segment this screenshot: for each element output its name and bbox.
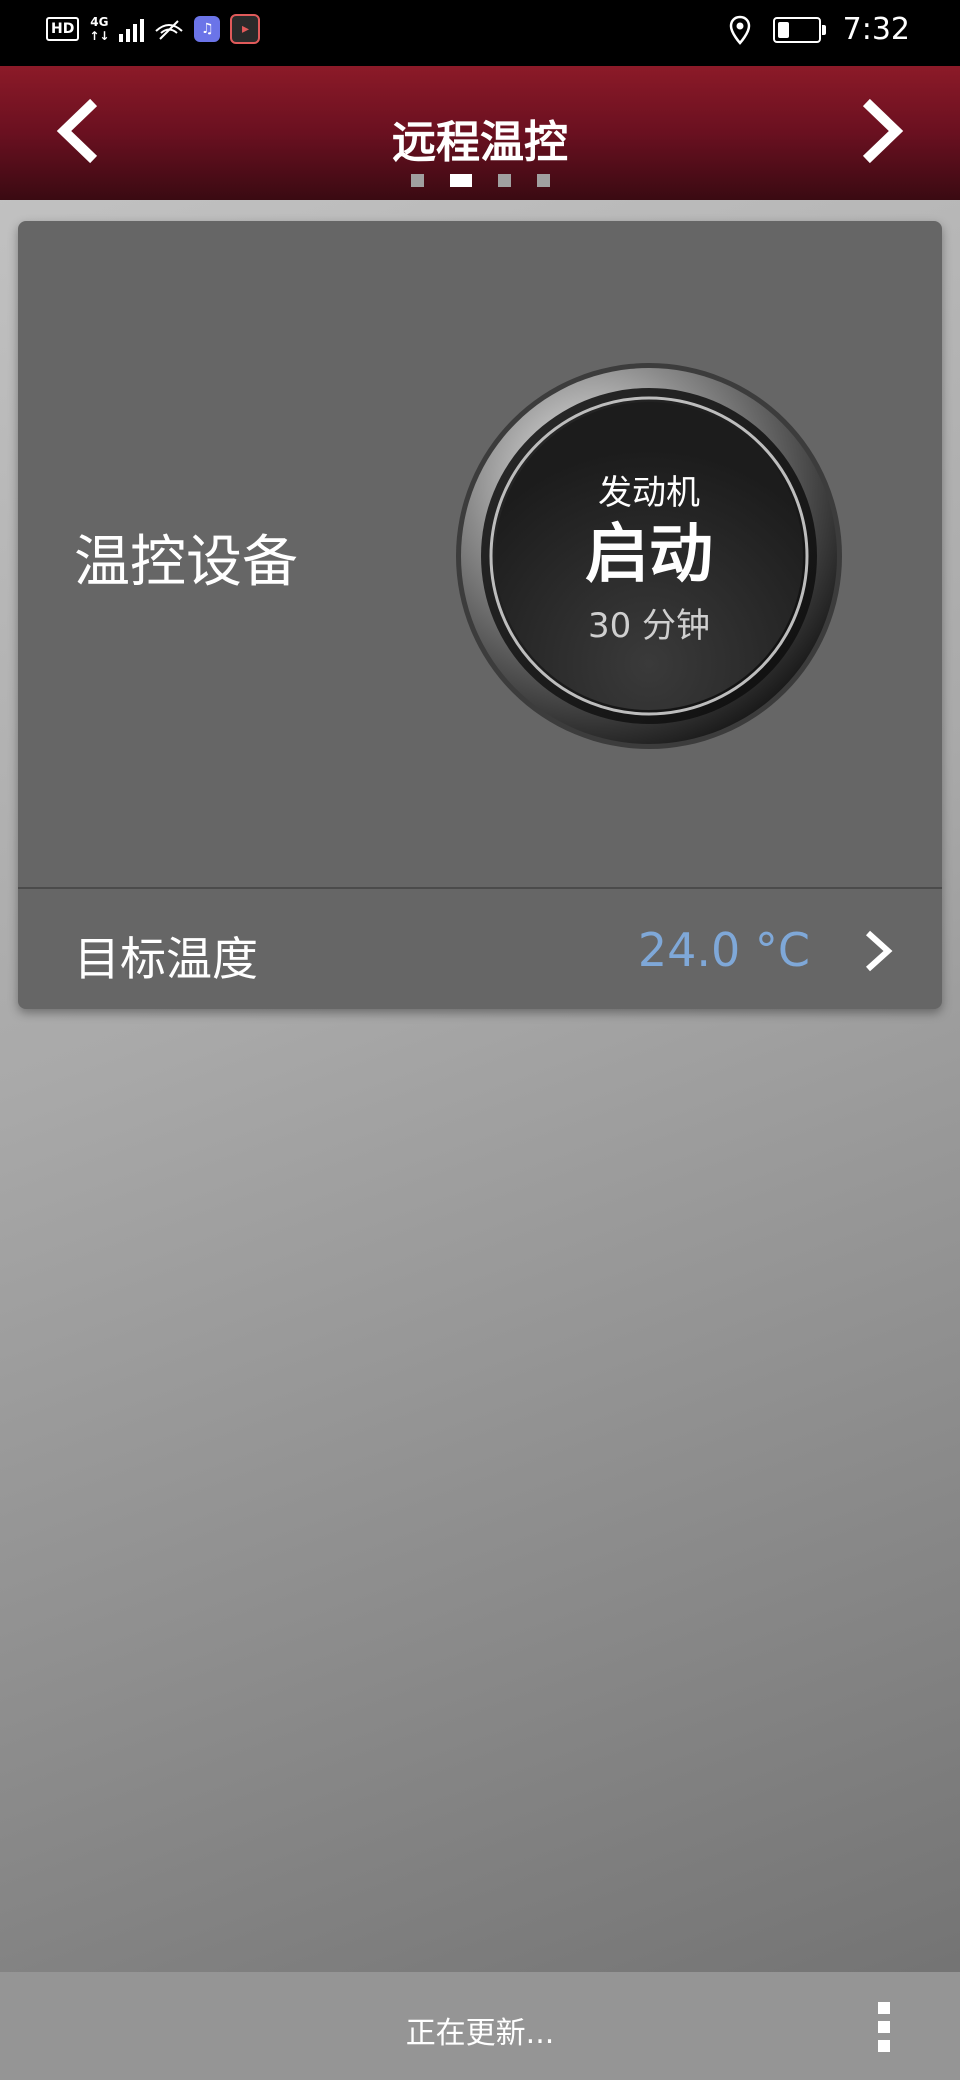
hd-badge: HD [46,17,80,41]
update-status: 正在更新... [405,2016,555,2051]
network-arrows: ↑↓ [89,29,110,43]
clock: 7:32 [842,12,910,47]
menu-dot-icon [878,2002,890,2014]
chevron-right-icon [865,930,893,972]
dial-action: 启动 [585,518,713,593]
menu-dot-icon [878,2040,890,2052]
status-bar-left: HD 4G ↑↓ ♫ ▸ [46,14,261,44]
target-temperature-row[interactable]: 目标温度 24.0 °C [18,889,942,1009]
target-temperature-label: 目标温度 [74,932,258,986]
overflow-menu-button[interactable] [878,2002,892,2052]
page-dot [536,174,550,187]
battery-icon [772,16,826,43]
climate-control-card: 温控设备 发动机 启动 30 分钟 目标温度 24.0 °C [18,221,942,1009]
menu-dot-icon [878,2021,890,2033]
page-indicator [0,174,960,187]
status-bar: HD 4G ↑↓ ♫ ▸ 7:32 [0,0,960,66]
wifi-eye-icon [155,20,184,40]
page-dot [410,174,424,187]
location-icon [729,15,750,45]
next-page-button[interactable] [846,96,916,166]
page-title: 远程温控 [392,117,568,168]
dial-duration: 30 分钟 [587,605,711,646]
page-dot [497,174,511,187]
target-temperature-value: 24.0 °C [637,923,810,977]
network-indicator: 4G ↑↓ [89,15,109,43]
bottom-bar: 正在更新... [0,1972,960,2080]
screen-record-icon: ▸ [230,14,261,44]
status-bar-right: 7:32 [729,12,910,47]
device-label: 温控设备 [74,530,298,595]
network-type: 4G [90,15,109,29]
page-dot-active [449,174,472,187]
music-app-icon: ♫ [194,16,221,42]
engine-start-label: 发动机 启动 30 分钟 [454,361,844,751]
signal-icon [119,16,145,42]
dial-subtitle: 发动机 [598,473,700,514]
app-header: 远程温控 [0,66,960,200]
